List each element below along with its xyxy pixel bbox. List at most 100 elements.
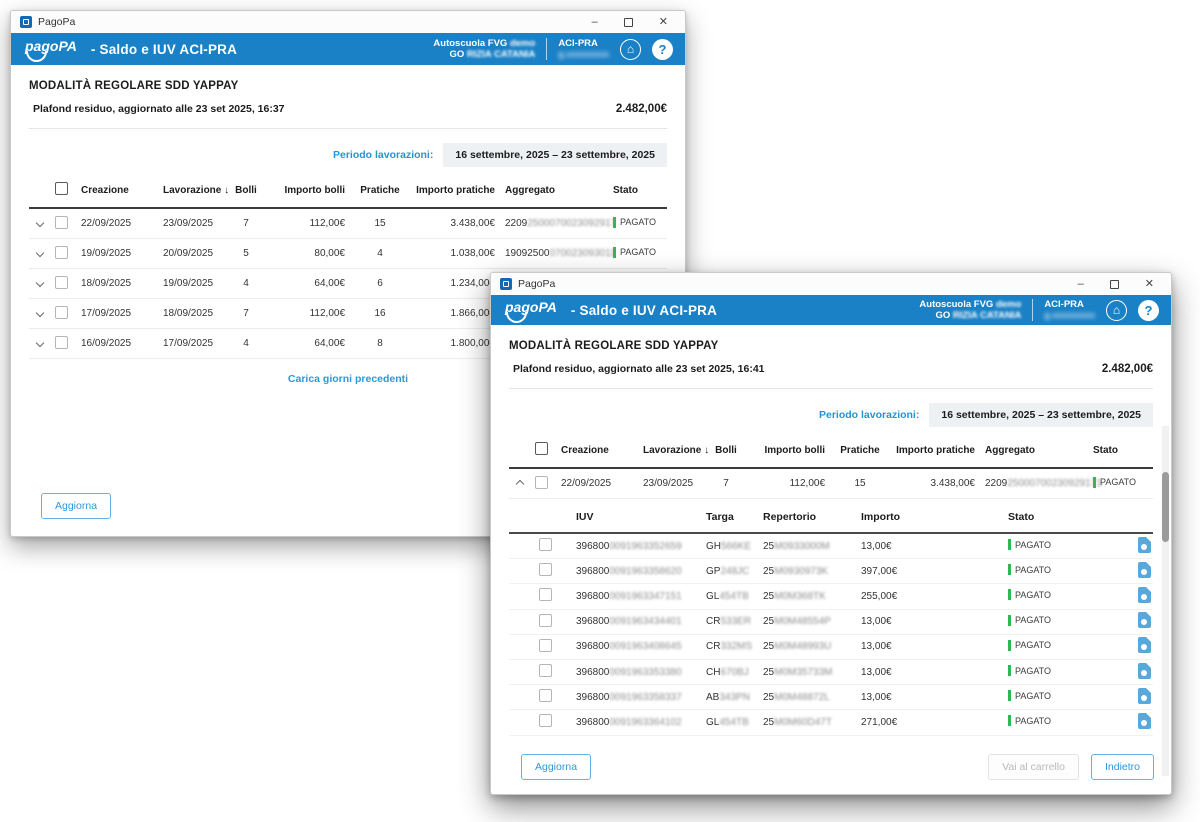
redacted-text: g.xxxxxxxxx	[558, 49, 609, 60]
expand-chevron-icon[interactable]	[36, 309, 44, 317]
col-lavorazione[interactable]: Lavorazione ↓	[163, 185, 229, 196]
cell-importo: 255,00€	[861, 591, 1008, 602]
scrollbar-thumb[interactable]	[1162, 472, 1169, 542]
minimize-icon[interactable]: –	[592, 17, 598, 28]
cell-iuv: 3968000091963358620	[576, 566, 706, 577]
row-checkbox[interactable]	[55, 336, 68, 349]
close-icon[interactable]: ✕	[1145, 279, 1154, 290]
home-icon[interactable]: ⌂	[1106, 300, 1127, 321]
row-checkbox[interactable]	[539, 614, 552, 627]
redacted-text: 0091963347151	[609, 591, 681, 602]
cell-stato: PAGATO	[1008, 539, 1138, 553]
select-all-checkbox[interactable]	[55, 182, 68, 195]
titlebar[interactable]: PagoPa – ✕	[491, 273, 1171, 295]
col-stato[interactable]: Stato	[613, 185, 667, 196]
col-importo-pratiche[interactable]: Importo pratiche	[895, 445, 975, 456]
subtable-row: 3968000091963353380CH670BJ25M0M35733M13,…	[509, 660, 1153, 685]
row-checkbox[interactable]	[539, 664, 552, 677]
receipt-document-icon[interactable]	[1138, 612, 1151, 628]
row-checkbox[interactable]	[539, 563, 552, 576]
row-checkbox[interactable]	[55, 306, 68, 319]
cell-repertorio: 25M0930973K	[763, 566, 861, 577]
col-aggregato[interactable]: Aggregato	[505, 185, 613, 196]
cell-iuv: 3968000091963358337	[576, 692, 706, 703]
col-aggregato[interactable]: Aggregato	[985, 445, 1093, 456]
help-icon[interactable]: ?	[652, 39, 673, 60]
table-body: 22/09/202523/09/20257112,00€153.438,00€2…	[509, 469, 1153, 499]
select-all-checkbox[interactable]	[535, 442, 548, 455]
maximize-icon[interactable]	[624, 18, 633, 27]
status-badge: PAGATO	[1008, 589, 1051, 600]
cell-lavorazione: 17/09/2025	[163, 338, 229, 349]
col-bolli[interactable]: Bolli	[229, 185, 263, 196]
collapse-chevron-icon[interactable]	[516, 480, 524, 488]
cell-importo-bolli: 112,00€	[263, 218, 345, 229]
close-icon[interactable]: ✕	[659, 17, 668, 28]
maximize-icon[interactable]	[1110, 280, 1119, 289]
row-checkbox[interactable]	[539, 588, 552, 601]
row-checkbox[interactable]	[55, 216, 68, 229]
receipt-document-icon[interactable]	[1138, 537, 1151, 553]
titlebar[interactable]: PagoPa – ✕	[11, 11, 685, 33]
expand-chevron-icon[interactable]	[36, 219, 44, 227]
status-badge: PAGATO	[1008, 715, 1051, 726]
col-bolli[interactable]: Bolli	[709, 445, 743, 456]
minimize-icon[interactable]: –	[1078, 279, 1084, 290]
receipt-document-icon[interactable]	[1138, 688, 1151, 704]
row-checkbox[interactable]	[539, 689, 552, 702]
redacted-text: 670BJ	[720, 667, 748, 678]
periodo-value[interactable]: 16 settembre, 2025 – 23 settembre, 2025	[929, 403, 1153, 427]
col-importo-bolli[interactable]: Importo bolli	[743, 445, 825, 456]
app-header: pagoPA - Saldo e IUV ACI-PRA Autoscuola …	[11, 33, 685, 65]
periodo-value[interactable]: 16 settembre, 2025 – 23 settembre, 2025	[443, 143, 667, 167]
col-stato[interactable]: Stato	[1093, 445, 1153, 456]
col-importo-pratiche[interactable]: Importo pratiche	[415, 185, 495, 196]
cell-importo: 13,00€	[861, 667, 1008, 678]
row-checkbox[interactable]	[539, 714, 552, 727]
plafond-value: 2.482,00€	[616, 103, 667, 115]
vertical-scrollbar[interactable]	[1162, 426, 1169, 776]
indietro-button[interactable]: Indietro	[1091, 754, 1154, 780]
table-row: 22/09/202523/09/20257112,00€153.438,00€2…	[509, 469, 1153, 499]
col-iuv: IUV	[576, 511, 706, 523]
home-icon[interactable]: ⌂	[620, 39, 641, 60]
redacted-text: M0M368TK	[774, 591, 826, 602]
pagopa-app-icon	[500, 278, 512, 290]
row-checkbox[interactable]	[55, 276, 68, 289]
col-creazione[interactable]: Creazione	[81, 185, 163, 196]
redacted-text: 0091963358620	[609, 566, 681, 577]
aggiorna-button[interactable]: Aggiorna	[41, 493, 111, 519]
receipt-document-icon[interactable]	[1138, 587, 1151, 603]
subtable-row: 3968000091963408645CR332MS25M0M48993U13,…	[509, 635, 1153, 660]
cell-targa: CR533ER	[706, 616, 763, 627]
help-icon[interactable]: ?	[1138, 300, 1159, 321]
row-checkbox[interactable]	[55, 246, 68, 259]
col-pratiche[interactable]: Pratiche	[345, 185, 415, 196]
window-saldo-iuv-front: PagoPa – ✕ pagoPA - Saldo e IUV ACI-PRA …	[490, 272, 1172, 795]
subtable-row: 3968000091963364102GL454TB25M0M60D47T271…	[509, 710, 1153, 735]
row-checkbox[interactable]	[539, 538, 552, 551]
aggiorna-button[interactable]: Aggiorna	[521, 754, 591, 780]
row-checkbox[interactable]	[539, 639, 552, 652]
cell-lavorazione: 20/09/2025	[163, 248, 229, 259]
receipt-document-icon[interactable]	[1138, 637, 1151, 653]
receipt-document-icon[interactable]	[1138, 713, 1151, 729]
vai-al-carrello-button[interactable]: Vai al carrello	[988, 754, 1079, 780]
col-lavorazione[interactable]: Lavorazione ↓	[643, 445, 709, 456]
receipt-document-icon[interactable]	[1138, 663, 1151, 679]
table-header-row: Creazione Lavorazione ↓ Bolli Importo bo…	[509, 436, 1153, 469]
cell-importo-pratiche: 3.438,00€	[415, 218, 495, 229]
status-badge: PAGATO	[1008, 539, 1051, 550]
row-checkbox[interactable]	[535, 476, 548, 489]
expand-chevron-icon[interactable]	[36, 249, 44, 257]
redacted-text: M0M48993U	[774, 641, 831, 652]
receipt-document-icon[interactable]	[1138, 562, 1151, 578]
periodo-label: Periodo lavorazioni:	[333, 149, 433, 161]
redacted-text: M0930973K	[774, 566, 828, 577]
col-importo-bolli[interactable]: Importo bolli	[263, 185, 345, 196]
expand-chevron-icon[interactable]	[36, 279, 44, 287]
expand-chevron-icon[interactable]	[36, 339, 44, 347]
cell-bolli: 4	[229, 278, 263, 289]
col-creazione[interactable]: Creazione	[561, 445, 643, 456]
col-pratiche[interactable]: Pratiche	[825, 445, 895, 456]
